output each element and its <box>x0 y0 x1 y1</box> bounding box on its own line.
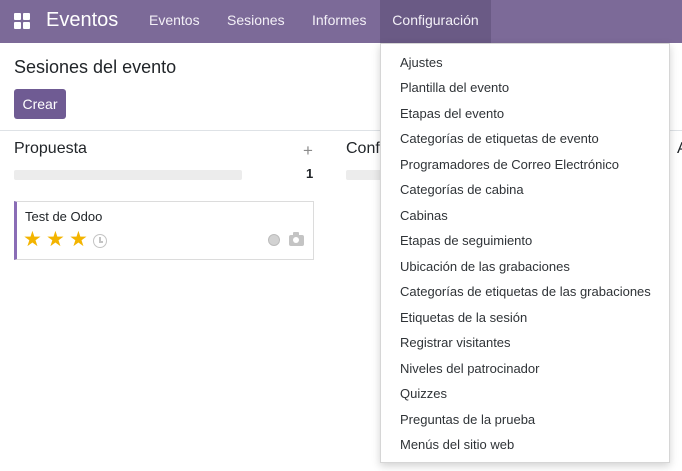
clock-icon[interactable] <box>93 234 107 248</box>
dropdown-item-registrar-visitantes[interactable]: Registrar visitantes <box>400 335 511 350</box>
status-dot-icon[interactable] <box>268 234 280 246</box>
dropdown-item-categorias-cabina[interactable]: Categorías de cabina <box>400 182 524 197</box>
card-title: Test de Odoo <box>25 209 103 224</box>
column-count: 1 <box>306 166 314 181</box>
menu-eventos[interactable]: Eventos <box>135 0 214 43</box>
column-progress-bar[interactable] <box>14 170 242 180</box>
menu-informes[interactable]: Informes <box>299 0 379 43</box>
kanban-card[interactable]: Test de Odoo ★ ★ ★ <box>14 201 314 260</box>
configuracion-dropdown: Ajustes Plantilla del evento Etapas del … <box>380 43 670 463</box>
dropdown-item-plantilla[interactable]: Plantilla del evento <box>400 80 509 95</box>
dropdown-item-programadores-correo[interactable]: Programadores de Correo Electrónico <box>400 157 619 172</box>
dropdown-item-categorias-grabaciones[interactable]: Categorías de etiquetas de las grabacion… <box>400 284 651 299</box>
dropdown-item-ajustes[interactable]: Ajustes <box>400 55 443 70</box>
dropdown-item-categorias-etiquetas-evento[interactable]: Categorías de etiquetas de evento <box>400 131 599 146</box>
star-icon[interactable]: ★ <box>46 229 65 250</box>
star-icon[interactable]: ★ <box>69 229 88 250</box>
dropdown-item-ubicacion-grabaciones[interactable]: Ubicación de las grabaciones <box>400 259 570 274</box>
create-button[interactable]: Crear <box>14 89 66 119</box>
dropdown-item-menus-sitio-web[interactable]: Menús del sitio web <box>400 437 514 452</box>
dropdown-item-etapas-evento[interactable]: Etapas del evento <box>400 106 504 121</box>
dropdown-item-quizzes[interactable]: Quizzes <box>400 386 447 401</box>
dropdown-item-niveles-patrocinador[interactable]: Niveles del patrocinador <box>400 361 539 376</box>
dropdown-item-etiquetas-sesion[interactable]: Etiquetas de la sesión <box>400 310 527 325</box>
top-navbar: Eventos Eventos Sesiones Informes Config… <box>0 0 682 43</box>
star-icon[interactable]: ★ <box>23 229 42 250</box>
column-title-a: A <box>677 140 682 158</box>
page-title: Sesiones del evento <box>14 57 177 77</box>
column-title-propuesta: Propuesta <box>14 140 87 157</box>
camera-icon[interactable] <box>289 232 304 246</box>
apps-grid-icon[interactable] <box>14 13 30 29</box>
menu-sesiones[interactable]: Sesiones <box>214 0 298 43</box>
dropdown-item-etapas-seguimiento[interactable]: Etapas de seguimiento <box>400 233 532 248</box>
dropdown-item-preguntas-prueba[interactable]: Preguntas de la prueba <box>400 412 535 427</box>
app-title[interactable]: Eventos <box>46 8 118 32</box>
dropdown-item-cabinas[interactable]: Cabinas <box>400 208 448 223</box>
add-card-plus-icon[interactable]: + <box>303 141 313 161</box>
column-title-conf: Conf <box>346 140 380 157</box>
menu-configuracion[interactable]: Configuración <box>380 0 491 43</box>
